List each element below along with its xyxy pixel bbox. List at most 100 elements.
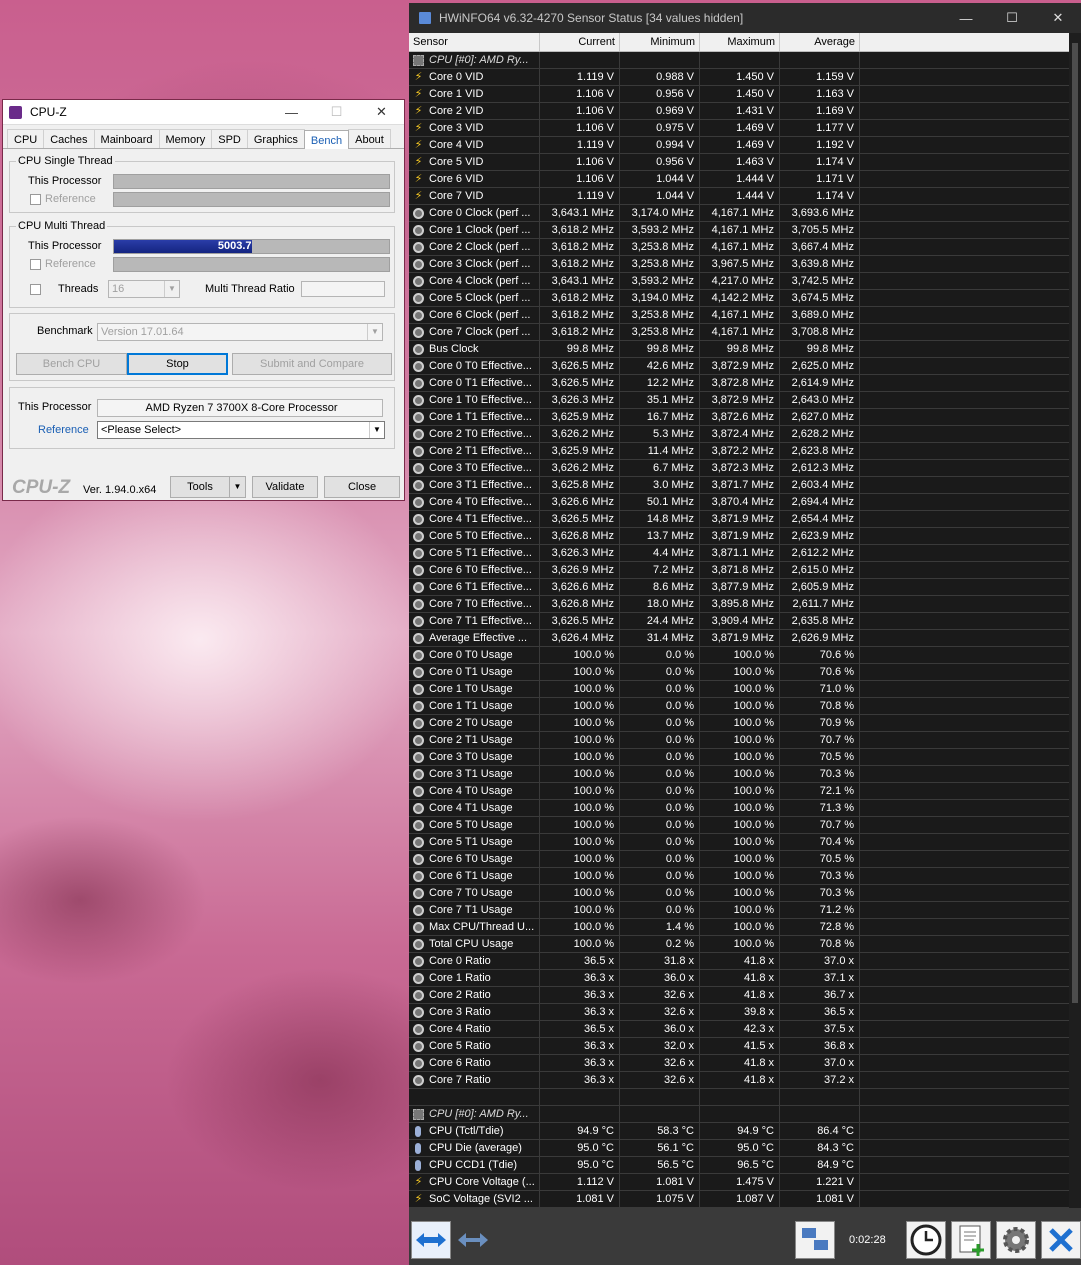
col-average[interactable]: Average — [780, 33, 860, 51]
col-maximum[interactable]: Maximum — [700, 33, 780, 51]
sensor-row[interactable]: Core 6 T0 Usage 100.0 % 0.0 % 100.0 % 70.5 % — [409, 851, 1069, 868]
sensor-row[interactable]: Core 5 T0 Usage 100.0 % 0.0 % 100.0 % 70.7 % — [409, 817, 1069, 834]
tools-button[interactable]: Tools — [170, 476, 230, 498]
threads-checkbox[interactable] — [30, 284, 41, 295]
validate-button[interactable]: Validate — [252, 476, 318, 498]
network-icon[interactable] — [795, 1221, 835, 1259]
sensor-row[interactable]: ⚡ Core 7 VID 1.119 V 1.044 V 1.444 V 1.174 V — [409, 188, 1069, 205]
sensor-row[interactable]: Average Effective ... 3,626.4 MHz 31.4 MHz… — [409, 630, 1069, 647]
sensor-row[interactable]: Core 2 Ratio 36.3 x 32.6 x 41.8 x 36.7 x — [409, 987, 1069, 1004]
tab-graphics[interactable]: Graphics — [246, 129, 305, 148]
sensor-row[interactable]: Core 0 T1 Usage 100.0 % 0.0 % 100.0 % 70.6 % — [409, 664, 1069, 681]
sensor-row[interactable]: CPU (Tctl/Tdie) 94.9 °C 58.3 °C 94.9 °C 86.4… — [409, 1123, 1069, 1140]
tab-about[interactable]: About — [348, 129, 391, 148]
tab-memory[interactable]: Memory — [158, 129, 213, 148]
sensor-row[interactable]: Core 7 T0 Usage 100.0 % 0.0 % 100.0 % 70.3 % — [409, 885, 1069, 902]
threads-select[interactable]: 16 ▼ — [108, 280, 180, 298]
col-minimum[interactable]: Minimum — [620, 33, 700, 51]
sensor-row[interactable]: Core 6 T1 Effective... 3,626.6 MHz 8.6 MHz… — [409, 579, 1069, 596]
col-current[interactable]: Current — [540, 33, 620, 51]
clock-icon[interactable] — [906, 1221, 946, 1259]
sensor-row[interactable]: Core 0 Clock (perf ... 3,643.1 MHz 3,174.0… — [409, 205, 1069, 222]
sensor-row[interactable]: Core 0 T0 Usage 100.0 % 0.0 % 100.0 % 70.6 % — [409, 647, 1069, 664]
sensor-row[interactable]: ⚡ Core 4 VID 1.119 V 0.994 V 1.469 V 1.192 V — [409, 137, 1069, 154]
sensor-group-header[interactable]: CPU [#0]: AMD Ry... — [409, 52, 1069, 69]
stop-button[interactable]: Stop — [127, 353, 228, 375]
tab-mainboard[interactable]: Mainboard — [93, 129, 160, 148]
sensor-row[interactable]: Core 1 T0 Usage 100.0 % 0.0 % 100.0 % 71.0 % — [409, 681, 1069, 698]
sensor-row[interactable]: Core 3 T0 Effective... 3,626.2 MHz 6.7 MHz… — [409, 460, 1069, 477]
report-add-icon[interactable] — [951, 1221, 991, 1259]
sensor-row[interactable]: Bus Clock 99.8 MHz 99.8 MHz 99.8 MHz 99.8 MH… — [409, 341, 1069, 358]
sensor-row[interactable]: Core 3 Clock (perf ... 3,618.2 MHz 3,253.8… — [409, 256, 1069, 273]
sensor-row[interactable]: Core 2 T1 Usage 100.0 % 0.0 % 100.0 % 70.7 % — [409, 732, 1069, 749]
exit-close-icon[interactable] — [1041, 1221, 1081, 1259]
sensor-row[interactable]: Core 7 Ratio 36.3 x 32.6 x 41.8 x 37.2 x — [409, 1072, 1069, 1089]
sensor-row[interactable]: Max CPU/Thread U... 100.0 % 1.4 % 100.0 % 72… — [409, 919, 1069, 936]
sensor-row[interactable]: Core 6 T0 Effective... 3,626.9 MHz 7.2 MHz… — [409, 562, 1069, 579]
expand-collapse-icon[interactable] — [411, 1221, 451, 1259]
sensor-row[interactable]: Core 0 T1 Effective... 3,626.5 MHz 12.2 MH… — [409, 375, 1069, 392]
close-button[interactable]: Close — [324, 476, 400, 498]
sensor-row[interactable]: Core 1 Clock (perf ... 3,618.2 MHz 3,593.2… — [409, 222, 1069, 239]
sensor-row[interactable]: Core 6 Ratio 36.3 x 32.6 x 41.8 x 37.0 x — [409, 1055, 1069, 1072]
col-sensor[interactable]: Sensor — [409, 33, 540, 51]
scrollbar-thumb[interactable] — [1072, 43, 1078, 1003]
tab-caches[interactable]: Caches — [43, 129, 95, 148]
maximize-button[interactable]: ☐ — [989, 10, 1035, 26]
sensor-row[interactable]: Core 6 T1 Usage 100.0 % 0.0 % 100.0 % 70.3 % — [409, 868, 1069, 885]
tab-spd[interactable]: SPD — [211, 129, 248, 148]
sensor-row[interactable]: Core 2 T0 Usage 100.0 % 0.0 % 100.0 % 70.9 % — [409, 715, 1069, 732]
sensor-row[interactable]: Core 3 T1 Effective... 3,625.8 MHz 3.0 MHz… — [409, 477, 1069, 494]
sensor-row[interactable]: Core 5 Clock (perf ... 3,618.2 MHz 3,194.0… — [409, 290, 1069, 307]
sensor-row[interactable]: Core 1 Ratio 36.3 x 36.0 x 41.8 x 37.1 x — [409, 970, 1069, 987]
sensor-row[interactable]: Core 3 T1 Usage 100.0 % 0.0 % 100.0 % 70.3 % — [409, 766, 1069, 783]
minimize-button[interactable]: — — [943, 11, 989, 26]
sensor-row[interactable]: Core 5 Ratio 36.3 x 32.0 x 41.5 x 36.8 x — [409, 1038, 1069, 1055]
sensor-group-header[interactable]: CPU [#0]: AMD Ry... — [409, 1106, 1069, 1123]
sensor-row[interactable]: Core 0 T0 Effective... 3,626.5 MHz 42.6 MH… — [409, 358, 1069, 375]
sensor-row[interactable]: Core 7 Clock (perf ... 3,618.2 MHz 3,253.8… — [409, 324, 1069, 341]
sensor-row[interactable]: CPU CCD1 (Tdie) 95.0 °C 56.5 °C 96.5 °C 84.9… — [409, 1157, 1069, 1174]
scrollbar[interactable] — [1069, 33, 1081, 1208]
tools-dropdown-icon[interactable]: ▼ — [229, 476, 246, 498]
sensor-row[interactable]: Core 4 Clock (perf ... 3,643.1 MHz 3,593.2… — [409, 273, 1069, 290]
sensor-row[interactable]: Core 2 T0 Effective... 3,626.2 MHz 5.3 MHz… — [409, 426, 1069, 443]
sensor-row[interactable]: Core 3 Ratio 36.3 x 32.6 x 39.8 x 36.5 x — [409, 1004, 1069, 1021]
sensor-row[interactable]: Core 6 Clock (perf ... 3,618.2 MHz 3,253.8… — [409, 307, 1069, 324]
benchmark-version-select[interactable]: Version 17.01.64 ▼ — [97, 323, 383, 341]
sensor-row[interactable]: Core 0 Ratio 36.5 x 31.8 x 41.8 x 37.0 x — [409, 953, 1069, 970]
sensor-row[interactable]: ⚡ Core 0 VID 1.119 V 0.988 V 1.450 V 1.159 V — [409, 69, 1069, 86]
tab-cpu[interactable]: CPU — [7, 129, 45, 148]
sensor-row[interactable]: ⚡ SoC Voltage (SVI2 ... 1.081 V 1.075 V 1.08… — [409, 1191, 1069, 1208]
settings-gear-icon[interactable] — [996, 1221, 1036, 1259]
sensor-row[interactable]: Core 7 T1 Usage 100.0 % 0.0 % 100.0 % 71.2 % — [409, 902, 1069, 919]
bench-cpu-button[interactable]: Bench CPU — [16, 353, 127, 375]
maximize-button[interactable]: ☐ — [314, 104, 359, 120]
sensor-row[interactable]: Total CPU Usage 100.0 % 0.2 % 100.0 % 70.8 % — [409, 936, 1069, 953]
submit-compare-button[interactable]: Submit and Compare — [232, 353, 392, 375]
tab-bench[interactable]: Bench — [303, 130, 350, 149]
sensor-row[interactable]: Core 1 T0 Effective... 3,626.3 MHz 35.1 MH… — [409, 392, 1069, 409]
multi-reference-checkbox[interactable] — [30, 259, 41, 270]
sensor-row[interactable]: Core 1 T1 Effective... 3,625.9 MHz 16.7 MH… — [409, 409, 1069, 426]
sensor-row[interactable]: ⚡ Core 5 VID 1.106 V 0.956 V 1.463 V 1.174 V — [409, 154, 1069, 171]
sensor-row[interactable]: Core 1 T1 Usage 100.0 % 0.0 % 100.0 % 70.8 % — [409, 698, 1069, 715]
sensor-row[interactable]: Core 7 T1 Effective... 3,626.5 MHz 24.4 MH… — [409, 613, 1069, 630]
close-icon[interactable]: ✕ — [359, 104, 404, 120]
reference-select[interactable]: <Please Select> ▼ — [97, 421, 385, 439]
sensor-row[interactable]: ⚡ CPU Core Voltage (... 1.112 V 1.081 V 1.47… — [409, 1174, 1069, 1191]
sensor-row[interactable]: Core 5 T1 Usage 100.0 % 0.0 % 100.0 % 70.4 % — [409, 834, 1069, 851]
sensor-row[interactable]: ⚡ Core 1 VID 1.106 V 0.956 V 1.450 V 1.163 V — [409, 86, 1069, 103]
cpuz-titlebar[interactable]: CPU-Z — ☐ ✕ — [3, 100, 404, 125]
sensor-row[interactable]: Core 4 Ratio 36.5 x 36.0 x 42.3 x 37.5 x — [409, 1021, 1069, 1038]
sensor-spacer-row[interactable] — [409, 1089, 1069, 1106]
sensor-row[interactable]: Core 4 T0 Effective... 3,626.6 MHz 50.1 MH… — [409, 494, 1069, 511]
close-icon[interactable]: ✕ — [1035, 10, 1081, 26]
sensor-row[interactable]: Core 4 T1 Usage 100.0 % 0.0 % 100.0 % 71.3 % — [409, 800, 1069, 817]
sensor-row[interactable]: ⚡ Core 3 VID 1.106 V 0.975 V 1.469 V 1.177 V — [409, 120, 1069, 137]
minimize-button[interactable]: — — [269, 105, 314, 120]
sensor-row[interactable]: Core 4 T0 Usage 100.0 % 0.0 % 100.0 % 72.1 % — [409, 783, 1069, 800]
sensor-row[interactable]: Core 2 T1 Effective... 3,625.9 MHz 11.4 MH… — [409, 443, 1069, 460]
sensor-row[interactable]: ⚡ Core 2 VID 1.106 V 0.969 V 1.431 V 1.169 V — [409, 103, 1069, 120]
